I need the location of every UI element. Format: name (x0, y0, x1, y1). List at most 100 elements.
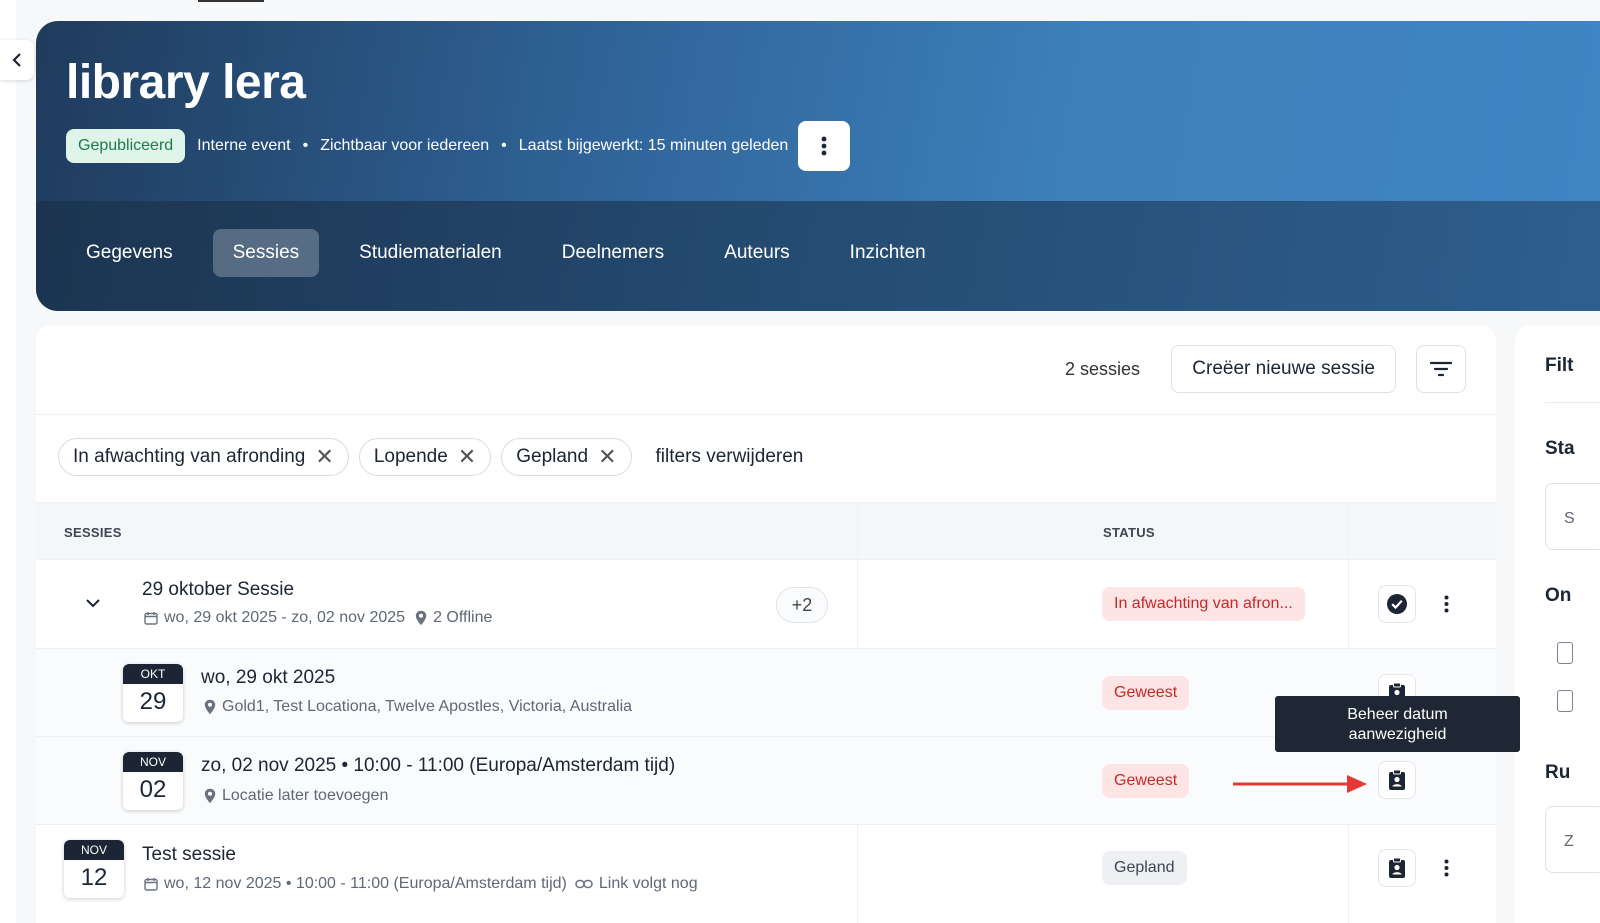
more-vertical-icon (1444, 595, 1448, 613)
tab-studiematerialen[interactable]: Studiematerialen (339, 229, 522, 277)
tab-sessies[interactable]: Sessies (212, 229, 320, 277)
session-link-status: Link volgt nog (598, 875, 698, 892)
sessions-panel: 2 sessies Creëer nieuwe sessie In afwach… (36, 325, 1496, 923)
extra-dates-count[interactable]: +2 (776, 587, 828, 623)
filter-icon (1430, 361, 1452, 377)
more-vertical-icon (821, 136, 827, 156)
row-more-button[interactable] (1436, 589, 1456, 619)
chevron-down-icon[interactable] (86, 598, 100, 608)
session-meta: wo, 12 nov 2025 • 10:00 - 11:00 (Europa/… (144, 875, 698, 893)
tab-deelnemers[interactable]: Deelnemers (542, 229, 684, 277)
room-filter-label: Ru (1545, 762, 1571, 783)
online-filter-label: On (1545, 585, 1572, 606)
status-select[interactable]: S (1545, 483, 1600, 550)
calendar-day: 12 (80, 864, 108, 891)
calendar-month: NOV (64, 840, 124, 860)
clipboard-user-icon (1389, 857, 1405, 878)
filter-side-panel: Filt Sta S On Ru Z (1515, 325, 1600, 923)
tooltip-line: aanwezigheid (1348, 726, 1447, 743)
date-meta: Gold1, Test Locationa, Twelve Apostles, … (204, 698, 632, 716)
date-title: wo, 29 okt 2025 (201, 667, 336, 688)
active-nav-underline (198, 0, 264, 2)
date-calendar-badge: OKT 29 (123, 664, 183, 722)
session-location: 2 Offline (433, 609, 493, 626)
room-select[interactable]: Z (1545, 806, 1600, 873)
top-strip (0, 0, 1600, 20)
date-calendar-badge: NOV 12 (64, 840, 124, 898)
calendar-day: 02 (139, 776, 167, 803)
location-pin-icon (415, 610, 427, 626)
last-updated-text: Laatst bijgewerkt: 15 minuten geleden (518, 137, 789, 154)
manage-attendance-button[interactable] (1378, 761, 1416, 799)
tab-auteurs[interactable]: Auteurs (704, 229, 809, 277)
check-circle-icon (1387, 594, 1407, 614)
calendar-day: 29 (139, 688, 167, 715)
table-row[interactable]: NOV 12 Test sessie wo, 12 nov 2025 • 10:… (36, 825, 1496, 923)
more-vertical-icon (1444, 859, 1448, 877)
left-rail (0, 0, 16, 923)
session-dates: wo, 12 nov 2025 • 10:00 - 11:00 (Europa/… (164, 875, 567, 892)
chevron-left-icon (12, 53, 21, 67)
close-icon[interactable]: ✕ (598, 446, 616, 468)
location-pin-icon (204, 788, 216, 804)
published-badge: Gepubliceerd (66, 129, 186, 163)
filter-chip[interactable]: Gepland ✕ (501, 438, 632, 476)
table-row[interactable]: 29 oktober Sessie wo, 29 okt 2025 - zo, … (36, 560, 1496, 649)
column-header-sessions: SESSIES (64, 525, 122, 540)
filter-chip[interactable]: In afwachting van afronding ✕ (58, 438, 349, 476)
column-header-status: STATUS (1103, 525, 1155, 540)
calendar-icon (144, 878, 158, 891)
link-icon (575, 879, 593, 889)
date-meta: Locatie later toevoegen (204, 787, 388, 805)
filter-panel-title: Filt (1545, 355, 1574, 376)
event-meta: Gepubliceerd Interne event • Zichtbaar v… (66, 121, 851, 171)
filter-chip-label: Gepland (516, 446, 589, 467)
filter-chip-label: Lopende (373, 446, 448, 467)
status-filter-label: Sta (1545, 438, 1575, 459)
active-filters: In afwachting van afronding ✕ Lopende ✕ … (58, 438, 803, 476)
filter-chip[interactable]: Lopende ✕ (358, 438, 492, 476)
table-header: SESSIES STATUS (36, 502, 1496, 560)
event-tabs: Gegevens Sessies Studiematerialen Deelne… (66, 229, 946, 277)
date-location: Gold1, Test Locationa, Twelve Apostles, … (222, 698, 633, 715)
page-title: library lera (66, 56, 306, 109)
create-session-button[interactable]: Creëer nieuwe sessie (1171, 345, 1396, 393)
session-title: 29 oktober Sessie (142, 579, 295, 600)
separator-dot: • (501, 137, 507, 154)
status-badge: Geweest (1102, 676, 1190, 710)
calendar-icon (144, 612, 158, 625)
calendar-month: OKT (123, 664, 183, 684)
session-meta: wo, 29 okt 2025 - zo, 02 nov 2025 2 Offl… (144, 609, 492, 627)
checkbox[interactable] (1557, 690, 1573, 712)
tab-gegevens[interactable]: Gegevens (66, 229, 193, 277)
clipboard-user-icon (1389, 769, 1405, 790)
checkbox[interactable] (1557, 642, 1573, 664)
tooltip: Beheer datum aanwezigheid (1275, 696, 1520, 752)
session-dates: wo, 29 okt 2025 - zo, 02 nov 2025 (164, 609, 406, 626)
clear-filters-link[interactable]: filters verwijderen (656, 446, 804, 468)
status-badge: Gepland (1102, 851, 1187, 885)
event-more-button[interactable] (798, 121, 851, 171)
annotation-arrow (1233, 775, 1367, 793)
calendar-month: NOV (123, 752, 183, 772)
tab-inzichten[interactable]: Inzichten (830, 229, 946, 277)
date-title: zo, 02 nov 2025 • 10:00 - 11:00 (Europa/… (201, 755, 676, 776)
close-icon[interactable]: ✕ (458, 446, 476, 468)
filter-chip-label: In afwachting van afronding (73, 446, 306, 467)
divider (1545, 402, 1600, 403)
status-badge: Geweest (1102, 764, 1190, 798)
close-icon[interactable]: ✕ (315, 446, 333, 468)
visibility-text: Zichtbaar voor iedereen (320, 137, 490, 154)
sessions-count: 2 sessies (1064, 359, 1140, 379)
row-more-button[interactable] (1436, 853, 1456, 883)
date-calendar-badge: NOV 02 (123, 752, 183, 810)
separator-dot: • (302, 137, 309, 154)
event-header: library lera Gepubliceerd Interne event … (36, 21, 1600, 311)
filter-button[interactable] (1416, 345, 1466, 393)
status-badge: In afwachting van afron... (1102, 587, 1305, 621)
collapse-sidebar-button[interactable] (0, 40, 34, 80)
sessions-toolbar: 2 sessies Creëer nieuwe sessie (36, 325, 1496, 415)
date-location: Locatie later toevoegen (222, 787, 389, 804)
complete-session-button[interactable] (1378, 585, 1416, 623)
manage-attendance-button[interactable] (1378, 849, 1416, 887)
